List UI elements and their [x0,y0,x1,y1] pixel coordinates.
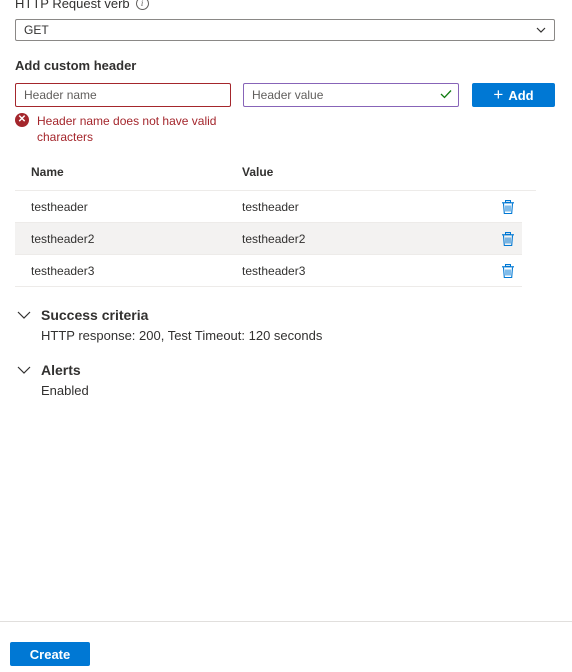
trash-icon[interactable] [500,231,516,247]
header-value-cell: testheader [242,200,299,214]
add-header-button-label: Add [508,87,534,103]
header-value-cell: testheader2 [242,232,306,246]
footer-divider [0,621,572,622]
table-row: testheader2 testheader2 [15,223,522,255]
check-icon [440,90,452,99]
header-value-cell: testheader3 [242,264,306,278]
header-name-input[interactable] [15,83,231,107]
add-header-button[interactable]: + Add [472,83,555,107]
http-verb-selected-value: GET [24,23,49,37]
header-value-field [243,83,459,107]
table-row: testheader3 testheader3 [15,255,522,287]
success-criteria-chevron-icon[interactable] [17,310,31,320]
header-name-cell: testheader [31,200,88,214]
column-header-name: Name [31,165,64,179]
error-icon: ✕ [15,113,29,127]
success-criteria-title[interactable]: Success criteria [41,307,148,323]
http-verb-label: HTTP Request verb [15,0,130,11]
trash-icon[interactable] [500,199,516,215]
info-icon[interactable]: i [135,0,149,10]
alerts-detail: Enabled [41,383,89,398]
add-custom-header-title: Add custom header [15,58,137,73]
create-button[interactable]: Create [10,642,90,666]
success-criteria-detail: HTTP response: 200, Test Timeout: 120 se… [41,328,323,343]
header-name-error-message: Header name does not have valid characte… [37,114,217,144]
alerts-chevron-icon[interactable] [17,365,31,375]
header-name-cell: testheader2 [31,232,95,246]
table-row: testheader testheader [15,191,522,223]
http-verb-select[interactable]: GET [15,19,555,41]
header-value-input[interactable] [243,83,459,107]
alerts-title[interactable]: Alerts [41,362,81,378]
trash-icon[interactable] [500,263,516,279]
http-verb-label-row: HTTP Request verb i [15,0,149,11]
column-header-value: Value [242,165,274,179]
header-name-cell: testheader3 [31,264,95,278]
chevron-down-icon [536,27,546,33]
plus-icon: + [493,84,504,104]
